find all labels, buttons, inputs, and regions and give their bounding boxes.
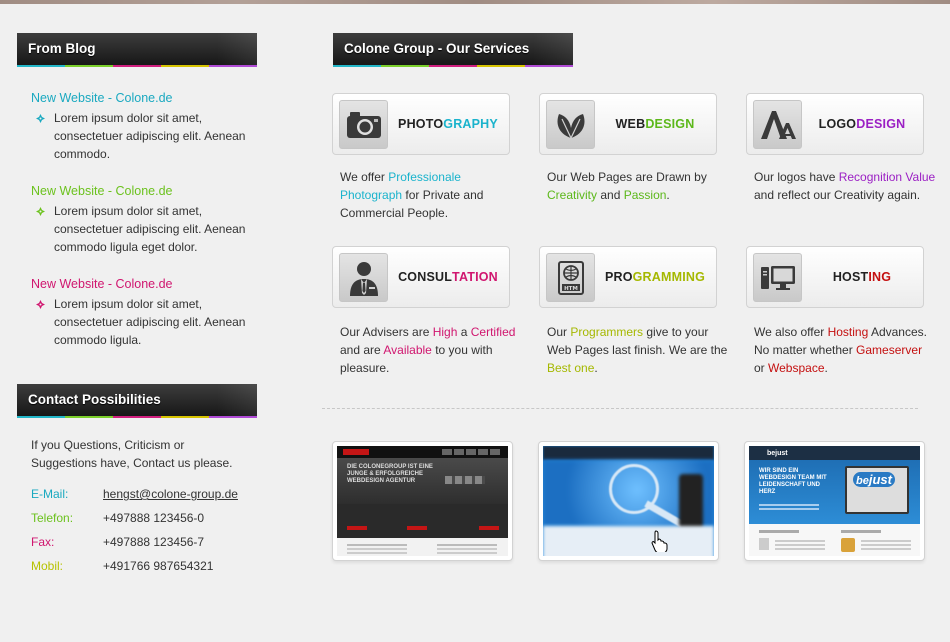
- service-card-programming[interactable]: HTM PRO GRAMMING: [539, 246, 717, 308]
- service-highlight: Gameserver: [856, 343, 923, 357]
- contact-heading: Contact Possibilities: [17, 384, 257, 418]
- contact-intro: If you Questions, Criticism or Suggestio…: [31, 438, 233, 470]
- blog-heading: From Blog: [17, 33, 257, 67]
- service-desc-text: We also offer: [754, 325, 828, 339]
- portfolio-thumb-2[interactable]: [538, 441, 719, 561]
- services-heading-text: Colone Group - Our Services: [344, 41, 530, 56]
- service-name-part-2: ING: [868, 270, 892, 284]
- service-highlight: Recognition Value: [838, 170, 936, 184]
- service-name: PHOTO GRAPHY: [391, 94, 505, 154]
- service-name-part-1: LOGO: [818, 117, 857, 131]
- service-card-consultation[interactable]: CONSUL TATION: [332, 246, 510, 308]
- blog-item-title[interactable]: New Website - Colone.de: [31, 184, 173, 198]
- contact-label: E-Mail:: [31, 487, 69, 501]
- service-name-part-2: TATION: [452, 270, 498, 284]
- service-desc-text: Our: [547, 325, 571, 339]
- html-file-icon: HTM: [546, 253, 595, 302]
- service-name: WEB DESIGN: [598, 94, 712, 154]
- thumb-3-hero-text: WIR SIND EIN WEBDESIGN TEAM MIT LEIDENSC…: [759, 468, 827, 495]
- service-highlight: Certified: [470, 325, 516, 339]
- diamond-bullet-icon: [36, 114, 45, 123]
- service-name-part-1: CONSUL: [398, 270, 453, 284]
- contact-value: +491766 987654321: [103, 559, 214, 573]
- email-link[interactable]: hengst@colone-group.de: [103, 487, 238, 501]
- monitor-icon: [753, 253, 802, 302]
- service-name-part-2: DESIGN: [645, 117, 695, 131]
- service-desc-text: and reflect our Creativity again.: [754, 188, 921, 202]
- service-desc-text: and: [597, 188, 624, 202]
- service-desc-text: a: [457, 325, 471, 339]
- service-desc-text: Our logos have: [754, 170, 839, 184]
- service-card-hosting[interactable]: HOST ING: [746, 246, 924, 308]
- services-heading: Colone Group - Our Services: [333, 33, 573, 67]
- service-name-part-2: DESIGN: [856, 117, 906, 131]
- service-desc-text: and are: [340, 343, 384, 357]
- blog-item-text: Lorem ipsum dolor sit amet, consectetuer…: [54, 204, 246, 254]
- service-card-webdesign[interactable]: WEB DESIGN: [539, 93, 717, 155]
- portfolio-thumb-3[interactable]: bejust WIR SIND EIN WEBDESIGN TEAM MIT L…: [744, 441, 925, 561]
- service-highlight: Available: [383, 343, 432, 357]
- diamond-bullet-icon: [36, 300, 45, 309]
- service-name-part-1: WEB: [615, 117, 646, 131]
- service-description: Our Advisers are High a Certified and ar…: [340, 323, 522, 377]
- service-highlight: Passion: [623, 188, 667, 202]
- service-name-part-2: GRAPHY: [443, 117, 498, 131]
- service-name-part-1: PHOTO: [398, 117, 444, 131]
- portfolio-thumb-1[interactable]: DIE COLONEGROUP IST EINE JUNGE & ERFOLGR…: [332, 441, 513, 561]
- service-name-part-2: GRAMMING: [632, 270, 706, 284]
- contact-value: +497888 123456-0: [103, 511, 205, 525]
- person-icon: [339, 253, 388, 302]
- hand-cursor-icon: [651, 530, 669, 556]
- service-name: HOST ING: [805, 247, 919, 307]
- blog-item-text: Lorem ipsum dolor sit amet, consectetuer…: [54, 297, 246, 347]
- contact-label: Mobil:: [31, 559, 64, 573]
- service-name-part-1: PRO: [604, 270, 633, 284]
- service-description: We also offer Hosting Advances. No matte…: [754, 323, 936, 377]
- service-desc-text: Our Web Pages are Drawn by: [547, 170, 707, 184]
- top-decorative-strip: [0, 0, 950, 4]
- service-highlight: Best one: [547, 361, 595, 375]
- blog-item-title[interactable]: New Website - Colone.de: [31, 91, 173, 105]
- contact-label: Fax:: [31, 535, 55, 549]
- contact-heading-text: Contact Possibilities: [28, 392, 161, 407]
- service-description: Our logos have Recognition Value and ref…: [754, 168, 936, 204]
- service-description: Our Web Pages are Drawn by Creativity an…: [547, 168, 729, 204]
- camera-icon: [339, 100, 388, 149]
- thumb-1-hero-text: DIE COLONEGROUP IST EINE JUNGE & ERFOLGR…: [347, 464, 433, 484]
- service-desc-text: Our Advisers are: [340, 325, 433, 339]
- blog-item-title[interactable]: New Website - Colone.de: [31, 277, 173, 291]
- contact-label: Telefon:: [31, 511, 74, 525]
- blog-heading-text: From Blog: [28, 41, 96, 56]
- service-desc-text: .: [666, 188, 670, 202]
- service-description: We offer Professionale Photograph for Pr…: [340, 168, 522, 222]
- service-name: CONSUL TATION: [391, 247, 505, 307]
- thumb-3-brand: bejust: [767, 450, 788, 457]
- diamond-bullet-icon: [36, 207, 45, 216]
- service-name: LOGO DESIGN: [805, 94, 919, 154]
- font-icon: [753, 100, 802, 149]
- svg-text:HTM: HTM: [564, 286, 578, 292]
- service-card-logodesign[interactable]: LOGO DESIGN: [746, 93, 924, 155]
- service-name: PRO GRAMMING: [598, 247, 712, 307]
- section-divider: [322, 408, 918, 409]
- service-highlight: Webspace: [768, 361, 825, 375]
- service-desc-text: We offer: [340, 170, 389, 184]
- service-description: Our Programmers give to your Web Pages l…: [547, 323, 729, 377]
- contact-value: +497888 123456-7: [103, 535, 205, 549]
- service-card-photography[interactable]: PHOTO GRAPHY: [332, 93, 510, 155]
- service-name-part-1: HOST: [832, 270, 869, 284]
- service-desc-text: or: [754, 361, 769, 375]
- leaf-icon: [546, 100, 595, 149]
- blog-item-text: Lorem ipsum dolor sit amet, consectetuer…: [54, 111, 246, 161]
- service-desc-text: .: [824, 361, 828, 375]
- service-highlight: Programmers: [570, 325, 644, 339]
- service-highlight: High: [432, 325, 458, 339]
- service-highlight: Hosting: [827, 325, 869, 339]
- service-desc-text: .: [594, 361, 598, 375]
- service-highlight: Creativity: [547, 188, 598, 202]
